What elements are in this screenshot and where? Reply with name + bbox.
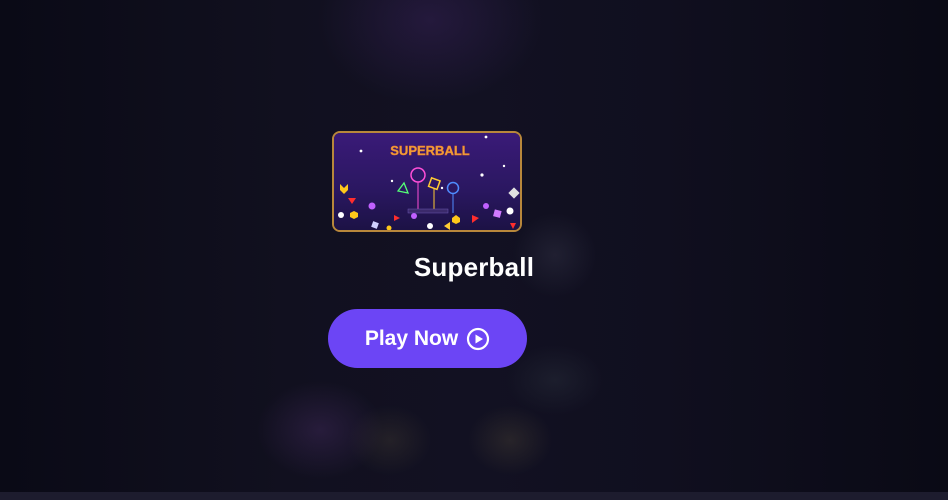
play-circle-icon [466,327,490,351]
blurred-background [0,0,948,500]
bottom-bar [0,492,948,500]
play-now-button[interactable]: Play Now [328,309,527,368]
superball-artwork: SUPERBALL [334,133,520,230]
play-now-label: Play Now [364,326,459,350]
thumbnail-logo: SUPERBALL [390,143,470,158]
game-thumbnail[interactable]: SUPERBALL [332,131,522,232]
game-title: Superball [413,252,535,282]
